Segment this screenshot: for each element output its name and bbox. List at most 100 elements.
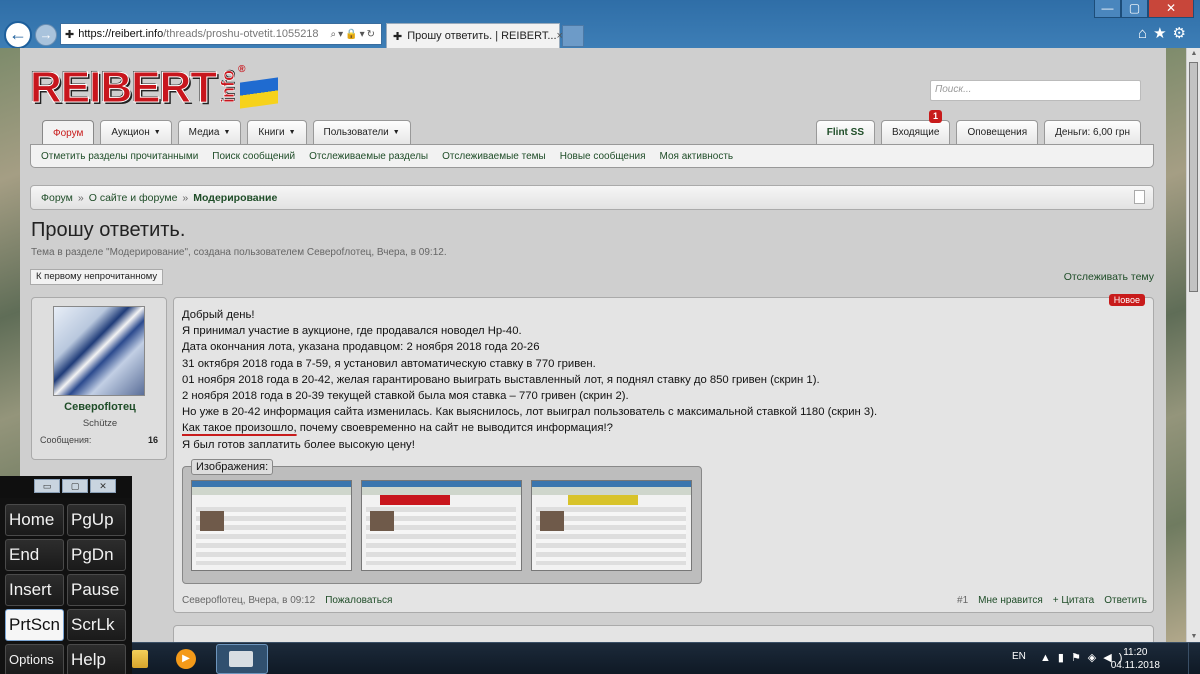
post-actions: #1 Мне нравится + Цитата Ответить: [957, 595, 1147, 606]
key-help[interactable]: Help: [67, 644, 126, 674]
page-icon[interactable]: [1134, 190, 1145, 204]
new-post-badge: Новое: [1108, 294, 1145, 306]
tab-books[interactable]: Книги ▼: [247, 120, 307, 144]
tab-label: Форум: [53, 127, 84, 139]
tab-media[interactable]: Медиа ▼: [177, 120, 242, 144]
report-link[interactable]: Пожаловаться: [325, 595, 392, 606]
watch-thread-link[interactable]: Отслеживать тему: [1064, 271, 1154, 283]
screenshot-thumbnail-2[interactable]: [361, 480, 522, 571]
key-pgup[interactable]: PgUp: [67, 504, 126, 536]
osk-close-button[interactable]: ✕: [90, 479, 116, 493]
post-number[interactable]: #1: [957, 595, 968, 606]
chevron-down-icon: ▼: [153, 129, 161, 136]
key-scrlk[interactable]: ScrLk: [67, 609, 126, 641]
back-arrow-icon[interactable]: ←: [4, 21, 32, 49]
taskbar: ▶ EN ▲▮⚑◈◀) 11:20 04.11.2018: [132, 642, 1200, 674]
osk-keys: Home PgUp End PgDn Insert Pause PrtScn S…: [5, 504, 126, 674]
stat-value: 16: [147, 435, 158, 445]
subnav-watched-threads[interactable]: Отслеживаемые темы: [442, 151, 546, 162]
subnav-search-messages[interactable]: Поиск сообщений: [212, 151, 295, 162]
subnav-my-activity[interactable]: Моя активность: [660, 151, 734, 162]
post-footer: Североflотец, Вчера, в 09:12 Пожаловатьс…: [182, 595, 1147, 606]
account-username-tab[interactable]: Flint SS: [815, 120, 876, 144]
tab-users[interactable]: Пользователи ▼: [312, 120, 411, 144]
new-tab-button[interactable]: [562, 25, 584, 47]
attachments-box: Изображения:: [182, 459, 702, 584]
address-bar[interactable]: ✚ https://reibert.info/threads/proshu-ot…: [60, 23, 382, 45]
logo-registered-mark: ®: [238, 64, 246, 75]
scrollbar-thumb[interactable]: [1189, 62, 1198, 292]
scroll-down-icon[interactable]: ▼: [1187, 633, 1200, 640]
breadcrumb-forum[interactable]: Форум: [41, 192, 73, 204]
osk-maximize-button[interactable]: ▢: [62, 479, 88, 493]
tab-title: Прошу ответить. | REIBERT...: [407, 30, 557, 42]
key-end[interactable]: End: [5, 539, 64, 571]
language-indicator[interactable]: EN: [1012, 651, 1026, 662]
post-line: Но уже в 20-42 информация сайта изменила…: [182, 406, 878, 419]
reply-link[interactable]: Ответить: [1104, 595, 1147, 606]
keyboard-app-icon[interactable]: [216, 644, 268, 674]
author-name[interactable]: Североflотец: [32, 401, 168, 413]
subnav-mark-read[interactable]: Отметить разделы прочитанными: [41, 151, 198, 162]
money-tab[interactable]: Деньги: 6,00 грн: [1044, 120, 1141, 144]
key-pause[interactable]: Pause: [67, 574, 126, 606]
post-body: Добрый день! Я принимал участие в аукцио…: [182, 307, 877, 453]
avatar[interactable]: [53, 306, 145, 396]
post-meta[interactable]: Североflотец, Вчера, в 09:12: [182, 595, 315, 606]
tab-active[interactable]: ✚ Прошу ответить. | REIBERT... ×: [386, 23, 563, 48]
post-line: 2 ноября 2018 года в 20-39 текущей ставк…: [182, 390, 629, 403]
alerts-tab[interactable]: Оповещения: [956, 120, 1039, 144]
key-home[interactable]: Home: [5, 504, 64, 536]
show-desktop-button[interactable]: [1188, 643, 1200, 674]
like-link[interactable]: Мне нравится: [978, 595, 1043, 606]
breadcrumb-current[interactable]: Модерирование: [193, 192, 277, 204]
ukraine-flag-icon: [240, 77, 279, 109]
inbox-tab[interactable]: Входящие: [881, 120, 951, 144]
breadcrumb-about[interactable]: О сайте и форуме: [89, 192, 178, 204]
browser-toolbar-icons[interactable]: ⌂★⚙: [1138, 24, 1192, 42]
maximize-button[interactable]: ▢: [1121, 0, 1148, 18]
tab-forum[interactable]: Форум: [42, 120, 95, 145]
post-line: Добрый день!: [182, 309, 255, 321]
site-logo[interactable]: REIBERT info ®: [29, 63, 279, 114]
file-explorer-icon[interactable]: [132, 650, 148, 668]
clock[interactable]: 11:20 04.11.2018: [1111, 646, 1160, 672]
osk-titlebar[interactable]: ▭ ▢ ✕: [0, 476, 132, 498]
close-window-button[interactable]: ✕: [1148, 0, 1194, 18]
next-post-message: [173, 625, 1154, 642]
key-options[interactable]: Options: [5, 644, 64, 674]
forum-subnav: Отметить разделы прочитанными Поиск сооб…: [30, 144, 1154, 168]
osk-minimize-button[interactable]: ▭: [34, 479, 60, 493]
breadcrumb-separator: »: [77, 191, 84, 204]
forward-arrow-icon[interactable]: →: [35, 24, 57, 46]
tab-auction[interactable]: Аукцион ▼: [100, 120, 172, 144]
quote-link[interactable]: + Цитата: [1053, 595, 1094, 606]
subnav-new-posts[interactable]: Новые сообщения: [560, 151, 646, 162]
screenshot-thumbnail-3[interactable]: [531, 480, 692, 571]
scroll-up-icon[interactable]: ▲: [1187, 50, 1200, 57]
post-line: 31 октября 2018 года в 7-59, я установил…: [182, 357, 596, 370]
search-input[interactable]: Поиск...: [930, 80, 1141, 101]
post-message: Новое Добрый день! Я принимал участие в …: [173, 294, 1154, 613]
screenshot-thumbnail-1[interactable]: [191, 480, 352, 571]
page-scrollbar[interactable]: ▲ ▼: [1186, 48, 1200, 642]
breadcrumb: Форум » О сайте и форуме » Модерирование: [30, 185, 1154, 210]
key-insert[interactable]: Insert: [5, 574, 64, 606]
osk-window-controls: ▭ ▢ ✕: [34, 479, 116, 493]
minimize-button[interactable]: —: [1094, 0, 1121, 18]
author-title: Schütze: [82, 418, 118, 429]
media-player-icon[interactable]: ▶: [176, 649, 196, 669]
underlined-question: Как такое произошло,: [182, 422, 297, 435]
search-refresh-icons[interactable]: ⌕▾🔒▾↻: [327, 28, 377, 40]
key-pgdn[interactable]: PgDn: [67, 539, 126, 571]
post-line: Я был готов заплатить более высокую цену…: [182, 438, 415, 451]
post-line: Я принимал участие в аукционе, где прода…: [182, 325, 522, 338]
first-unread-button[interactable]: К первому непрочитанному: [30, 269, 164, 285]
key-prtscn[interactable]: PrtScn: [5, 609, 64, 641]
account-nav: Flint SS Входящие 1 Оповещения Деньги: 6…: [815, 110, 1141, 144]
subnav-watched-forums[interactable]: Отслеживаемые разделы: [309, 151, 428, 162]
logo-text: REIBERT: [29, 63, 217, 112]
question-rest: почему своевременно на сайт не выводится…: [296, 422, 613, 435]
chevron-down-icon: ▼: [223, 129, 231, 136]
url-path: /threads/proshu-otvetit.1055218: [163, 28, 319, 40]
